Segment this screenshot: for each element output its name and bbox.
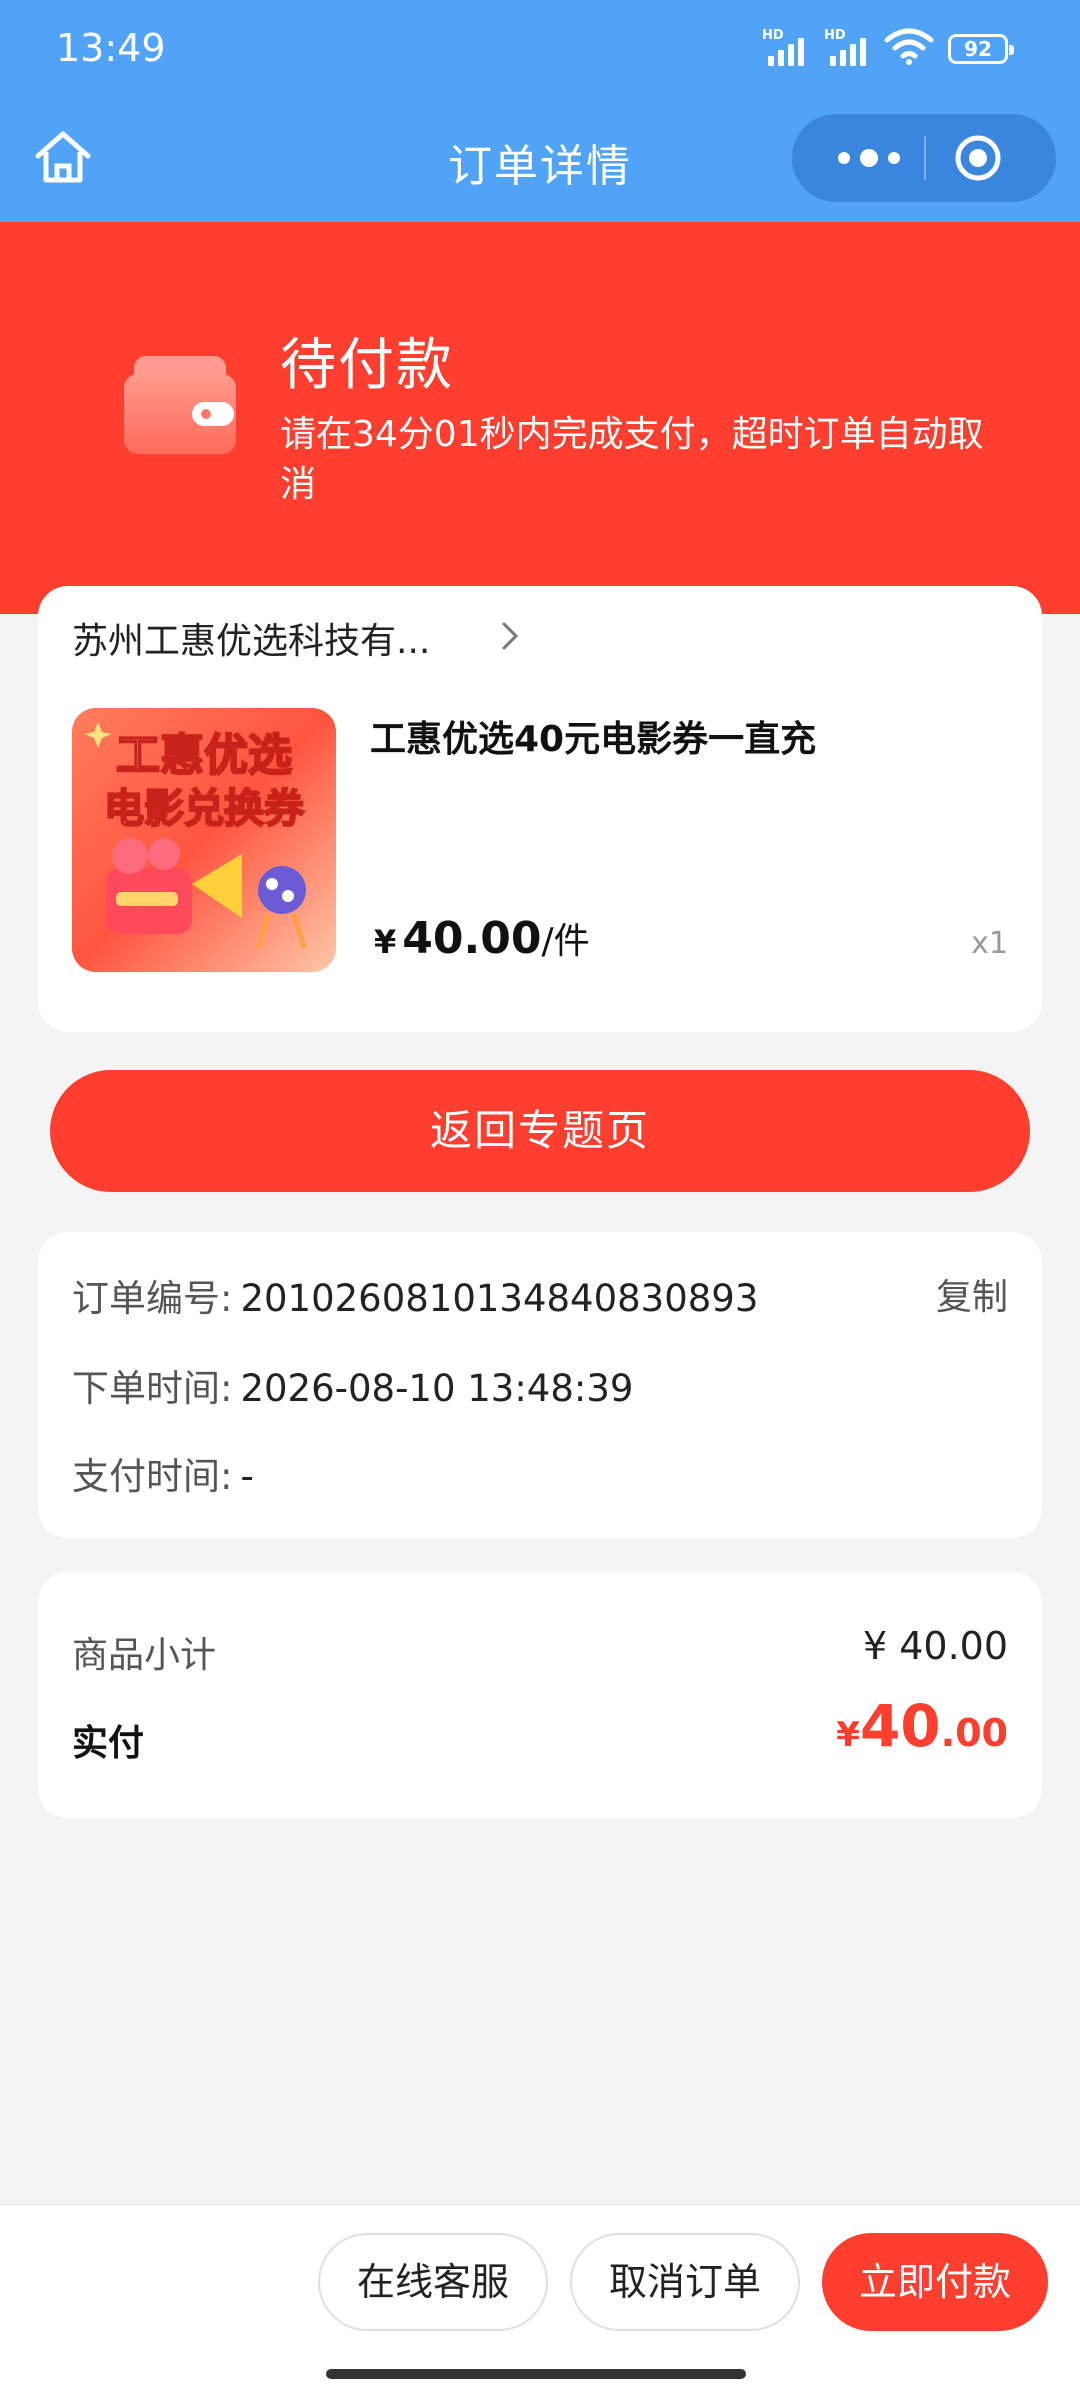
product-price: ¥40.00/件 — [374, 913, 590, 964]
target-close-icon[interactable] — [952, 132, 1004, 184]
shop-name[interactable]: 苏州工惠优选科技有... — [72, 612, 430, 664]
svg-text:工惠优选: 工惠优选 — [116, 730, 292, 781]
order-info-card: 订单编号: 2010260810134840830893 复制 下单时间: 2026… — [38, 1232, 1042, 1538]
back-to-topic-button[interactable]: 返回专题页 — [50, 1070, 1030, 1192]
wallet-icon — [124, 356, 236, 454]
paid-amount: ¥40.00 — [836, 1692, 1008, 1760]
product-quantity: x1 — [971, 926, 1008, 961]
cancel-order-button[interactable]: 取消订单 — [570, 2233, 800, 2331]
status-bar: 13:49 HD HD 92 — [0, 0, 1080, 100]
order-number-row: 订单编号: 2010260810134840830893 — [72, 1277, 759, 1320]
svg-text:电影兑换券: 电影兑换券 — [104, 786, 305, 832]
order-time-row: 下单时间: 2026-08-10 13:48:39 — [72, 1367, 634, 1410]
subtotal-label: 商品小计 — [72, 1635, 217, 1676]
copy-button[interactable]: 复制 — [936, 1268, 1008, 1320]
pay-time-row: 支付时间: - — [72, 1455, 254, 1498]
paid-label: 实付 — [72, 1723, 145, 1764]
status-time: 13:49 — [56, 26, 166, 70]
home-indicator[interactable] — [326, 2369, 746, 2379]
product-card: 苏州工惠优选科技有... 工惠优选 电影兑换券 工惠优选40元电影券一直充 ¥ … — [38, 586, 1042, 1032]
more-dots-icon[interactable] — [826, 136, 912, 180]
online-service-button[interactable]: 在线客服 — [318, 2233, 548, 2331]
order-status-title: 待付款 — [280, 333, 454, 398]
signal-icon-2: HD — [824, 28, 876, 66]
bottom-action-bar: 在线客服 取消订单 立即付款 — [0, 2204, 1080, 2400]
signal-icon: HD — [762, 28, 814, 66]
pay-now-button[interactable]: 立即付款 — [822, 2233, 1048, 2331]
product-title[interactable]: 工惠优选40元电影券一直充 — [370, 710, 816, 762]
mini-program-capsule — [792, 114, 1056, 202]
subtotal-value: ¥ 40.00 — [862, 1624, 1008, 1668]
capsule-divider — [924, 136, 926, 180]
product-thumbnail[interactable]: 工惠优选 电影兑换券 — [72, 708, 336, 972]
chevron-right-icon[interactable] — [496, 618, 524, 654]
order-number-value: 2010260810134840830893 — [240, 1277, 759, 1320]
movie-voucher-image: 工惠优选 电影兑换券 — [72, 708, 336, 972]
amount-card: 商品小计 ¥ 40.00 实付 ¥40.00 — [38, 1572, 1042, 1818]
payment-countdown-text: 请在34分01秒内完成支付，超时订单自动取消 — [280, 414, 984, 505]
wifi-icon — [884, 28, 934, 65]
battery-indicator: 92 — [948, 34, 1014, 64]
order-status-banner: 待付款 请在34分01秒内完成支付，超时订单自动取消 — [0, 222, 1080, 614]
top-bar: 13:49 HD HD 92 订单详情 — [0, 0, 1080, 222]
